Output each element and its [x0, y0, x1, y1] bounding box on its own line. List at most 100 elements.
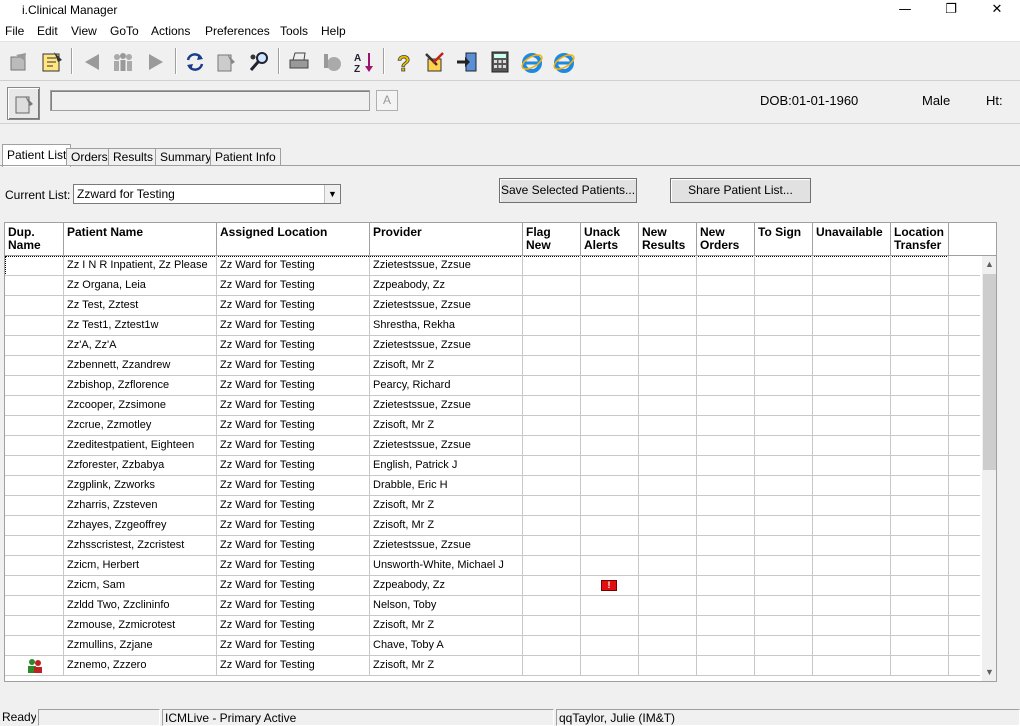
unack-alerts-cell [581, 536, 639, 556]
tab-orders[interactable]: Orders [66, 148, 113, 166]
table-row[interactable]: Zzforester, Zzbabya Zz Ward for Testing En… [5, 456, 980, 476]
scroll-down-icon[interactable]: ▼ [982, 664, 996, 681]
patient-name-cell: Zz Organa, Leia [64, 276, 217, 296]
column-header-unack-alerts[interactable]: Unack Alerts [581, 223, 639, 256]
tab-patient-info[interactable]: Patient Info [210, 148, 281, 166]
forward-icon[interactable] [144, 50, 168, 74]
column-header-dup-name[interactable]: Dup. Name [5, 223, 64, 256]
refresh-icon[interactable] [183, 50, 207, 74]
unack-alerts-cell: ! [581, 576, 639, 596]
notepad-icon[interactable] [40, 50, 64, 74]
column-header-flag-new[interactable]: Flag New [523, 223, 581, 256]
help-icon[interactable]: ? [392, 50, 416, 74]
current-list-select[interactable]: Zzward for Testing ▼ [73, 184, 341, 204]
tab-patient-list[interactable]: Patient List [2, 144, 72, 167]
internet-explorer-icon[interactable] [520, 50, 544, 74]
menu-goto[interactable]: GoTo [110, 24, 139, 38]
tools-icon[interactable] [423, 50, 447, 74]
new-results-cell [639, 256, 697, 276]
flag-new-cell [523, 376, 581, 396]
patient-name-field[interactable] [50, 90, 370, 111]
duplicate-name-icon[interactable] [26, 658, 44, 675]
column-header-provider[interactable]: Provider [370, 223, 523, 256]
table-row[interactable]: Zzcrue, Zzmotley Zz Ward for Testing Zziso… [5, 416, 980, 436]
svg-text:A: A [354, 53, 361, 64]
provider-cell: Zzietestssue, Zzsue [370, 396, 523, 416]
table-row[interactable]: Zzicm, Herbert Zz Ward for Testing Unswort… [5, 556, 980, 576]
column-header-assigned-location[interactable]: Assigned Location [217, 223, 370, 256]
table-row[interactable]: Zzldd Two, Zzclininfo Zz Ward for Testing… [5, 596, 980, 616]
menu-preferences[interactable]: Preferences [205, 24, 270, 38]
table-row[interactable]: Zzhayes, Zzgeoffrey Zz Ward for Testing Zz… [5, 516, 980, 536]
table-row[interactable]: Zzbishop, Zzflorence Zz Ward for Testing P… [5, 376, 980, 396]
table-row[interactable]: Zz Test, Zztest Zz Ward for Testing Zziete… [5, 296, 980, 316]
find-patient-icon[interactable] [247, 50, 271, 74]
save-selected-patients-button[interactable]: Save Selected Patients... [499, 178, 637, 203]
edit-note-icon[interactable] [214, 50, 238, 74]
unack-alerts-cell [581, 376, 639, 396]
menu-view[interactable]: View [71, 24, 97, 38]
table-row[interactable]: Zzicm, Sam Zz Ward for Testing Zzpeabody, … [5, 576, 980, 596]
new-orders-cell [697, 376, 755, 396]
share-patient-list-button[interactable]: Share Patient List... [670, 178, 811, 203]
table-row[interactable]: Zzcooper, Zzsimone Zz Ward for Testing Zzi… [5, 396, 980, 416]
minimize-button[interactable]: — [882, 0, 928, 22]
table-row[interactable]: Zz I N R Inpatient, Zz Please Zz Ward for… [5, 256, 980, 276]
menu-edit[interactable]: Edit [37, 24, 58, 38]
loc-transfer-cell [891, 436, 949, 456]
vertical-scrollbar[interactable]: ▲ ▼ [982, 256, 996, 681]
menu-actions[interactable]: Actions [151, 24, 190, 38]
table-row[interactable]: Zzmouse, Zzmicrotest Zz Ward for Testing Z… [5, 616, 980, 636]
table-row[interactable]: Zzeditestpatient, Eighteen Zz Ward for Te… [5, 436, 980, 456]
patient-select-icon[interactable] [7, 50, 31, 74]
menu-tools[interactable]: Tools [280, 24, 308, 38]
close-button[interactable]: ✕ [974, 0, 1020, 22]
column-header-to-sign[interactable]: To Sign [755, 223, 813, 256]
patients-group-icon[interactable] [111, 50, 135, 74]
back-icon[interactable] [80, 50, 104, 74]
new-results-cell [639, 516, 697, 536]
dup-name-cell [5, 336, 64, 356]
to-sign-cell [755, 516, 813, 536]
table-row[interactable]: Zzhsscristest, Zzcristest Zz Ward for Tes… [5, 536, 980, 556]
column-header-unavailable[interactable]: Unavailable [813, 223, 891, 256]
menu-file[interactable]: File [5, 24, 24, 38]
table-row[interactable]: Zzbennett, Zzandrew Zz Ward for Testing Zz… [5, 356, 980, 376]
table-row[interactable]: Zzmullins, Zzjane Zz Ward for Testing Chav… [5, 636, 980, 656]
tab-summary[interactable]: Summary [155, 148, 217, 166]
column-header-new-results[interactable]: New Results [639, 223, 697, 256]
maximize-button[interactable]: ❐ [928, 0, 974, 22]
alert-flag-icon[interactable]: ! [601, 580, 617, 591]
patient-name-cell: Zzgplink, Zzworks [64, 476, 217, 496]
unavailable-cell [813, 436, 891, 456]
sort-az-icon[interactable]: AZ [352, 50, 376, 74]
microscope-icon[interactable] [320, 50, 344, 74]
filler-cell [949, 416, 980, 436]
loc-transfer-cell [891, 656, 949, 676]
patient-details-button[interactable] [7, 87, 40, 120]
table-row[interactable]: Zz Test1, Zztest1w Zz Ward for Testing Shr… [5, 316, 980, 336]
unavailable-cell [813, 576, 891, 596]
table-row[interactable]: Zz'A, Zz'A Zz Ward for Testing Zzietestssu… [5, 336, 980, 356]
menu-help[interactable]: Help [321, 24, 346, 38]
column-header-location-transfer[interactable]: Location Transfer [891, 223, 949, 256]
scroll-up-icon[interactable]: ▲ [982, 256, 996, 273]
table-row[interactable]: Zzgplink, Zzworks Zz Ward for Testing Drab… [5, 476, 980, 496]
exit-icon[interactable] [455, 50, 479, 74]
print-icon[interactable] [287, 50, 311, 74]
internet-explorer-icon[interactable] [552, 50, 576, 74]
scroll-thumb[interactable] [983, 274, 996, 470]
new-orders-cell [697, 476, 755, 496]
table-row[interactable]: Zz Organa, Leia Zz Ward for Testing Zzpeab… [5, 276, 980, 296]
alert-a-button[interactable]: A [376, 90, 398, 111]
chevron-down-icon[interactable]: ▼ [324, 185, 340, 203]
assigned-location-cell: Zz Ward for Testing [217, 616, 370, 636]
patient-name-cell: Zzeditestpatient, Eighteen [64, 436, 217, 456]
column-header-patient-name[interactable]: Patient Name [64, 223, 217, 256]
table-row[interactable]: Zzharris, Zzsteven Zz Ward for Testing Zzi… [5, 496, 980, 516]
tab-results[interactable]: Results [108, 148, 159, 166]
unack-alerts-cell [581, 296, 639, 316]
column-header-new-orders[interactable]: New Orders [697, 223, 755, 256]
table-row[interactable]: Zznemo, Zzzero Zz Ward for Testing Zzisoft… [5, 656, 980, 676]
calculator-icon[interactable] [488, 50, 512, 74]
